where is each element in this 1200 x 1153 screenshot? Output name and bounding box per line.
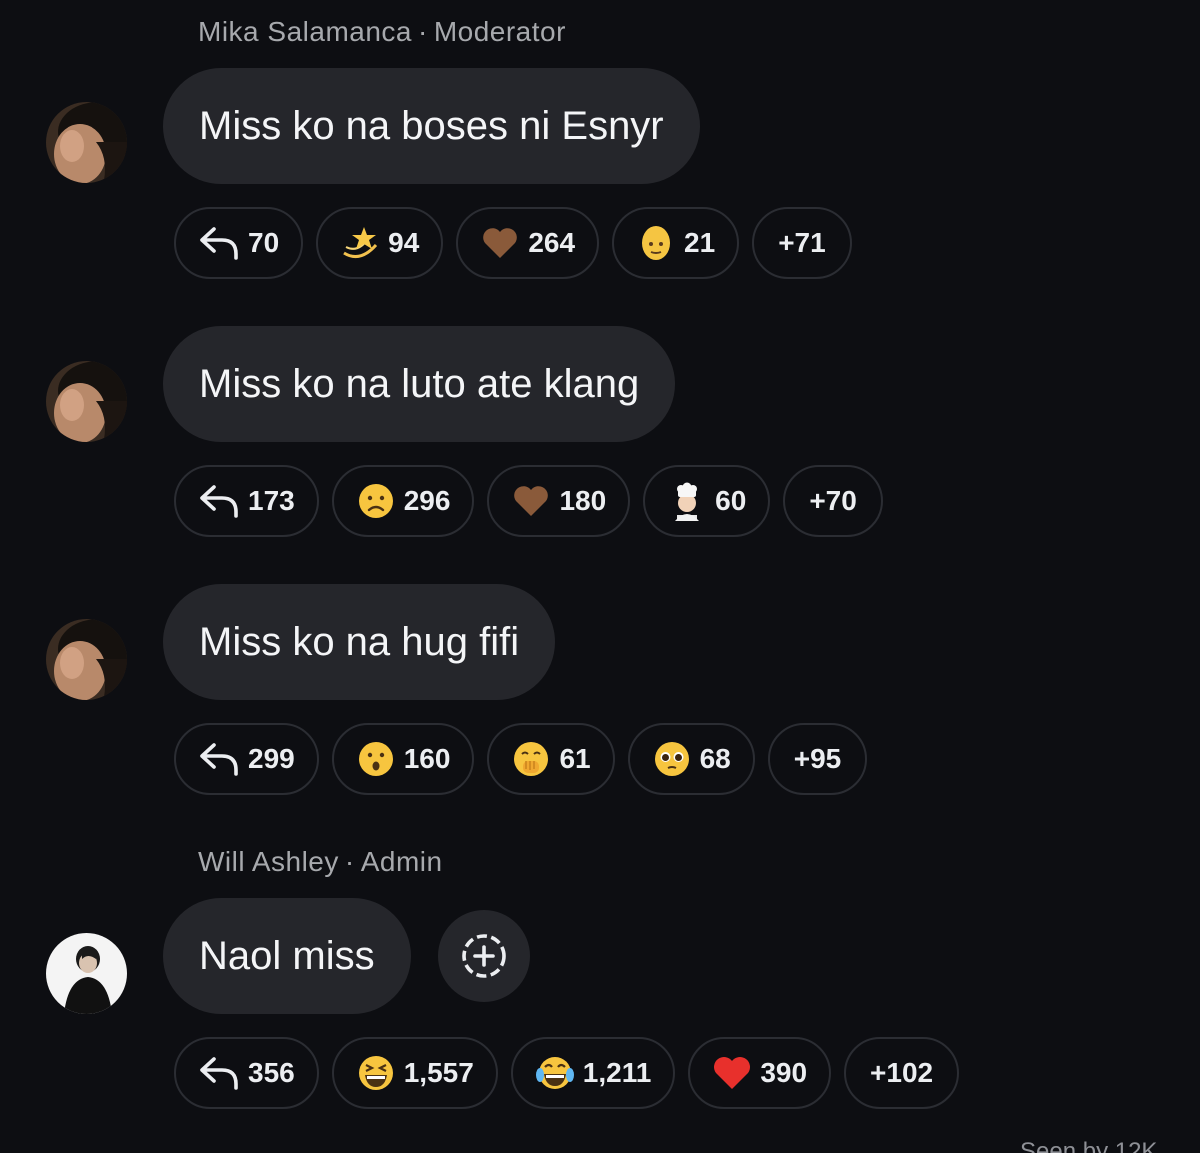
- reaction-pill[interactable]: 21: [612, 207, 740, 279]
- reaction-pill[interactable]: 390: [688, 1037, 832, 1109]
- reaction-pill[interactable]: 264: [456, 207, 600, 279]
- red-heart-icon: [712, 1053, 752, 1093]
- reply-icon: [200, 485, 238, 518]
- chat-thread: Mika Salamanca · Moderator Miss ko na bose…: [0, 0, 1200, 1153]
- reply-button[interactable]: 299: [174, 723, 319, 795]
- reaction-count: 180: [559, 485, 607, 516]
- reply-count: 70: [248, 227, 280, 258]
- reaction-count: 296: [403, 485, 451, 516]
- reaction-count: 390: [760, 1057, 808, 1088]
- more-reactions-count: +95: [793, 743, 842, 774]
- message-bubble[interactable]: Miss ko na luto ate klang: [163, 326, 676, 442]
- reply-button[interactable]: 173: [174, 465, 319, 537]
- reaction-count: 94: [388, 227, 420, 258]
- avatar[interactable]: [46, 361, 127, 442]
- add-reaction-icon: [462, 934, 506, 978]
- sender-name: Mika Salamanca: [198, 16, 412, 47]
- reply-icon: [200, 1057, 238, 1090]
- reaction-pill[interactable]: 60: [643, 465, 771, 537]
- reply-count: 173: [248, 485, 295, 516]
- sender-role: Moderator: [433, 16, 566, 47]
- sender-line: Mika Salamanca · Moderator: [198, 16, 566, 47]
- more-reactions-count: +102: [870, 1057, 934, 1088]
- brown-heart-icon: [511, 481, 551, 521]
- more-reactions-button[interactable]: +71: [752, 207, 852, 279]
- reaction-pill[interactable]: 68: [627, 723, 755, 795]
- grinning-squinting-face-icon: [356, 1053, 396, 1093]
- reaction-bar: 70 94 264 21 +71: [174, 207, 852, 279]
- reaction-pill[interactable]: 180: [487, 465, 631, 537]
- surprised-face-icon: [356, 739, 396, 779]
- chef-icon: [667, 481, 707, 521]
- reaction-count: 21: [684, 227, 716, 258]
- seen-count: Seen by 12K: [1020, 1138, 1158, 1153]
- brown-heart-icon: [480, 223, 520, 263]
- reaction-pill[interactable]: 61: [487, 723, 615, 795]
- reaction-count: 60: [715, 485, 747, 516]
- reaction-count: 1,557: [403, 1057, 474, 1088]
- avatar[interactable]: [46, 933, 127, 1014]
- reaction-bar: 173 296 180 60 +70: [174, 465, 883, 537]
- reaction-count: 68: [699, 743, 731, 774]
- reaction-pill[interactable]: 160: [331, 723, 475, 795]
- reaction-count: 1,211: [582, 1057, 652, 1088]
- pleading-face-icon: [652, 739, 692, 779]
- reaction-bar: 299 160 61 68 +95: [174, 723, 868, 795]
- tears-of-joy-face-icon: [535, 1053, 575, 1093]
- sender-line: Will Ashley · Admin: [198, 846, 443, 877]
- add-reaction-button[interactable]: [438, 910, 530, 1002]
- bald-person-icon: [636, 223, 676, 263]
- dizzy-star-icon: [340, 223, 380, 263]
- reaction-pill[interactable]: 1,557: [331, 1037, 498, 1109]
- reaction-count: 264: [528, 227, 576, 258]
- reaction-pill[interactable]: 296: [331, 465, 475, 537]
- message-bubble[interactable]: Miss ko na hug fifi: [163, 584, 556, 700]
- reply-count: 299: [248, 743, 295, 774]
- avatar[interactable]: [46, 102, 127, 183]
- message-bubble[interactable]: Naol miss: [163, 898, 411, 1014]
- more-reactions-button[interactable]: +70: [783, 465, 883, 537]
- more-reactions-count: +70: [809, 485, 857, 516]
- more-reactions-button[interactable]: +102: [844, 1037, 960, 1109]
- frowning-face-icon: [356, 481, 396, 521]
- reaction-pill[interactable]: 94: [316, 207, 444, 279]
- reaction-bar: 356 1,557 1,211 390 +102: [174, 1037, 960, 1109]
- reaction-count: 61: [559, 743, 591, 774]
- reaction-pill[interactable]: 1,211: [510, 1037, 676, 1109]
- sender-role: Admin: [360, 846, 443, 877]
- reply-button[interactable]: 356: [174, 1037, 319, 1109]
- hand-over-mouth-face-icon: [511, 739, 551, 779]
- reply-icon: [200, 227, 238, 260]
- reaction-count: 160: [403, 743, 451, 774]
- more-reactions-button[interactable]: +95: [767, 723, 868, 795]
- reply-icon: [200, 743, 238, 776]
- reply-count: 356: [248, 1057, 295, 1088]
- reply-button[interactable]: 70: [174, 207, 304, 279]
- message-bubble[interactable]: Miss ko na boses ni Esnyr: [163, 68, 700, 184]
- more-reactions-count: +71: [778, 227, 826, 258]
- sender-name: Will Ashley: [198, 846, 339, 877]
- avatar[interactable]: [46, 619, 127, 700]
